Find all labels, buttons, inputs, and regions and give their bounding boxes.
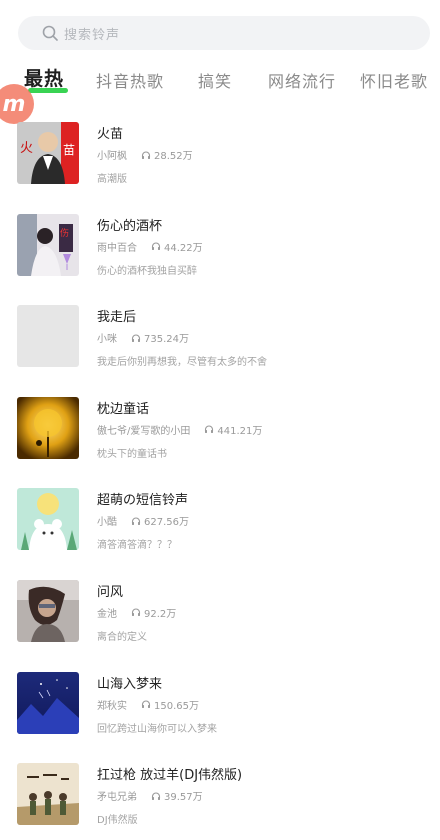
song-meta: 小咪 735.24万 (97, 330, 189, 345)
search-placeholder: 搜索铃声 (64, 27, 121, 43)
cover-golden-tree (17, 396, 79, 459)
song-title: 火苗 (97, 127, 124, 142)
tab-oldies[interactable]: 怀旧老歌 (360, 68, 428, 92)
song-title: 我走后 (97, 310, 137, 326)
tab-internet[interactable]: 网络流行 (268, 68, 336, 92)
song-title: 枕边童话 (97, 401, 150, 417)
list-item[interactable]: 山海入梦来 郑秋实 150.65万 回忆跨过山海你可以入梦来 (0, 654, 440, 746)
cover-wind-girl (17, 579, 79, 642)
list-item[interactable]: 超萌の短信铃声 小酷 627.56万 滴答滴答滴？？？ (0, 470, 440, 562)
song-meta: 郑秋实 150.65万 (97, 697, 199, 712)
play-count: 92.2万 (131, 605, 176, 620)
song-title: 伤心的酒杯 (97, 218, 163, 234)
cover-man-fire: 火苗 (17, 122, 79, 184)
song-meta: 小酷 627.56万 (97, 513, 189, 528)
headphones-icon (205, 425, 214, 434)
play-count-value: 735.24万 (144, 334, 189, 346)
song-artist: 雨中百合 (97, 242, 137, 254)
headphones-icon (131, 334, 141, 342)
song-desc: 离合的定义 (97, 631, 147, 643)
cover-mountain-sea (17, 671, 79, 734)
song-title: 超萌の短信铃声 (97, 493, 189, 509)
svg-text:苗: 苗 (63, 143, 75, 157)
play-count: 150.65万 (141, 697, 199, 712)
headphones-icon (151, 242, 161, 251)
tab-funny[interactable]: 搞笑 (198, 68, 232, 92)
tab-douyin[interactable]: 抖音热歌 (96, 68, 164, 92)
song-list: 火苗 火苗 小阿枫 28.52万 高潮版 伤 伤心的酒杯 雨中百合 44.22万… (0, 104, 440, 837)
play-count-value: 627.56万 (144, 517, 189, 529)
song-meta: 雨中百合 44.22万 (97, 239, 203, 254)
song-desc: 高潮版 (97, 174, 127, 185)
song-desc: 回忆跨过山海你可以入梦来 (97, 723, 217, 735)
song-meta: 傲七爷/爱写歌的小田 441.21万 (97, 422, 262, 437)
cover-placeholder (17, 305, 79, 368)
song-artist: 郑秋实 (97, 700, 127, 712)
play-count-value: 39.57万 (164, 792, 203, 804)
song-artist: 小酷 (97, 517, 117, 529)
headphones-icon (141, 150, 151, 159)
tab-hot[interactable]: 最热 (24, 64, 64, 91)
list-item[interactable]: 枕边童话 傲七爷/爱写歌的小田 441.21万 枕头下的童话书 (0, 379, 440, 471)
song-meta: 金池 92.2万 (97, 605, 176, 620)
cover-cute-bear (17, 488, 79, 551)
song-title: 问风 (97, 584, 124, 600)
song-artist: 矛屯兄弟 (97, 792, 137, 804)
play-count-value: 28.52万 (154, 151, 193, 162)
play-count-value: 44.22万 (164, 242, 203, 254)
play-count: 39.57万 (151, 788, 203, 803)
song-meta: 小阿枫 28.52万 (97, 147, 193, 162)
song-artist: 小阿枫 (97, 151, 127, 162)
song-title: 扛过枪 放过羊(DJ伟然版) (97, 768, 243, 784)
play-count: 28.52万 (141, 147, 193, 162)
headphones-icon (141, 700, 151, 709)
headphones-icon (151, 792, 161, 800)
list-item[interactable]: 问风 金池 92.2万 离合的定义 (0, 562, 440, 654)
cover-woman-wine: 伤 (17, 213, 79, 276)
song-desc: 滴答滴答滴？？？ (97, 540, 177, 552)
cover-soldiers (17, 763, 79, 826)
song-artist: 金池 (97, 608, 117, 620)
song-desc: 我走后你别再想我，尽管有太多的不舍 (97, 357, 267, 369)
svg-text:伤: 伤 (60, 227, 69, 239)
play-count: 735.24万 (131, 330, 189, 345)
list-item[interactable]: 我走后 小咪 735.24万 我走后你别再想我，尽管有太多的不舍 (0, 287, 440, 379)
song-desc: DJ伟然版 (97, 815, 138, 827)
headphones-icon (131, 517, 141, 525)
list-item[interactable]: 火苗 火苗 小阿枫 28.52万 高潮版 (0, 104, 440, 196)
search-bar[interactable]: 搜索铃声 (18, 16, 430, 50)
play-count-value: 92.2万 (144, 608, 177, 620)
active-tab-indicator (28, 88, 68, 93)
song-meta: 矛屯兄弟 39.57万 (97, 788, 203, 803)
play-count-value: 441.21万 (217, 425, 263, 437)
list-item[interactable]: 伤 伤心的酒杯 雨中百合 44.22万 伤心的酒杯我独自买醉 (0, 196, 440, 288)
play-count: 441.21万 (204, 422, 262, 437)
song-title: 山海入梦来 (97, 676, 163, 692)
play-count: 627.56万 (131, 513, 189, 528)
play-count: 44.22万 (151, 239, 203, 254)
headphones-icon (131, 608, 141, 617)
song-artist: 小咪 (97, 334, 117, 346)
svg-text:火: 火 (20, 141, 33, 156)
list-item[interactable]: 扛过枪 放过羊(DJ伟然版) 矛屯兄弟 39.57万 DJ伟然版 (0, 745, 440, 837)
song-desc: 伤心的酒杯我独自买醉 (97, 265, 197, 277)
play-count-value: 150.65万 (154, 700, 199, 712)
song-desc: 枕头下的童话书 (97, 448, 167, 460)
search-icon (42, 25, 58, 41)
song-artist: 傲七爷/爱写歌的小田 (97, 425, 191, 437)
